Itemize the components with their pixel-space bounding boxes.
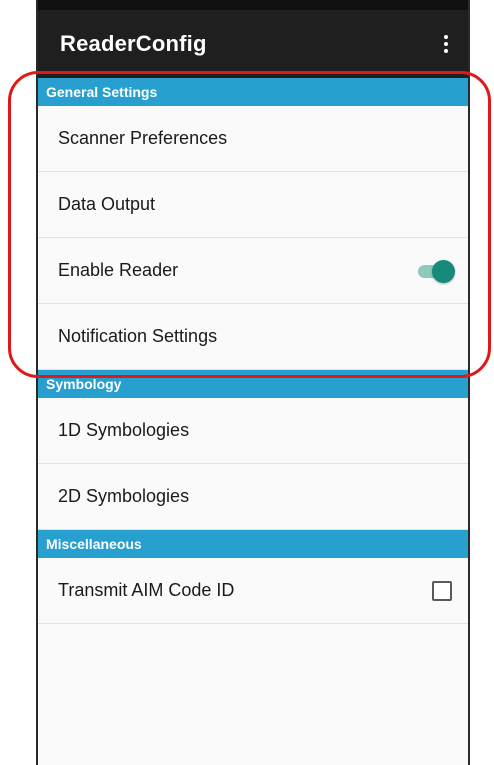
status-bar — [38, 0, 468, 10]
2d-symbologies-item[interactable]: 2D Symbologies — [38, 464, 468, 530]
app-title: ReaderConfig — [60, 31, 207, 56]
enable-reader-toggle[interactable] — [416, 259, 455, 283]
transmit-aim-code-id-item[interactable]: Transmit AIM Code ID — [38, 558, 468, 624]
data-output-item[interactable]: Data Output — [38, 172, 468, 238]
more-vert-icon[interactable] — [436, 32, 456, 56]
list-item-label: Data Output — [58, 194, 156, 214]
transmit-aim-code-id-checkbox[interactable] — [432, 580, 452, 601]
list-item-label: 2D Symbologies — [58, 486, 190, 506]
list-item-label: Scanner Preferences — [58, 128, 228, 148]
list-item-label: Enable Reader — [58, 260, 179, 280]
phone-screen: ReaderConfig General Settings Scanner Pr… — [36, 0, 470, 765]
list-item-label: Notification Settings — [58, 326, 218, 346]
app-bar: ReaderConfig — [38, 10, 468, 78]
section-header-general: General Settings — [38, 78, 468, 106]
enable-reader-item[interactable]: Enable Reader — [38, 238, 468, 304]
section-header-miscellaneous: Miscellaneous — [38, 530, 468, 558]
notification-settings-item[interactable]: Notification Settings — [38, 304, 468, 370]
list-item-label: Transmit AIM Code ID — [58, 580, 235, 600]
list-item-label: 1D Symbologies — [58, 420, 190, 440]
1d-symbologies-item[interactable]: 1D Symbologies — [38, 398, 468, 464]
section-header-symbology: Symbology — [38, 370, 468, 398]
toggle-thumb — [432, 259, 455, 283]
scanner-preferences-item[interactable]: Scanner Preferences — [38, 106, 468, 172]
